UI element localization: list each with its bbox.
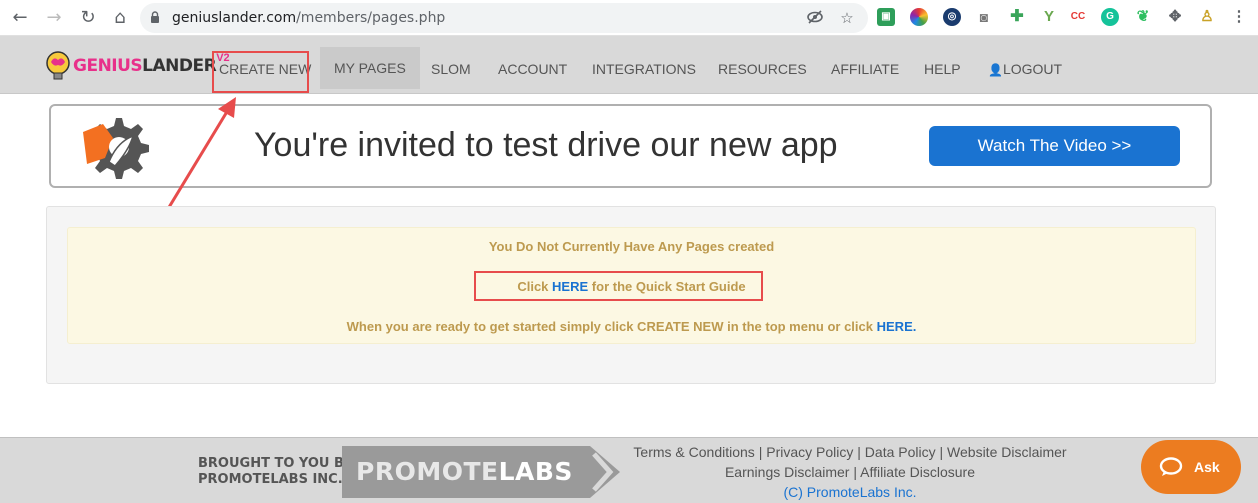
promotelabs-logo-text: PROMOTELABS [356,457,573,486]
copyright-link[interactable]: (C) PromoteLabs Inc. [783,484,916,500]
brought-by-text: BROUGHT TO YOU BY PROMOTELABS INC. [198,456,353,488]
footer-links: Terms & Conditions | Privacy Policy | Da… [620,442,1080,502]
footer-separator: | [758,444,763,460]
data-policy-link[interactable]: Data Policy [865,444,936,460]
affiliate-disclosure-link[interactable]: Affiliate Disclosure [860,464,975,480]
get-started-text: When you are ready to get started simply… [346,319,873,334]
ask-chat-button[interactable]: Ask [1141,440,1241,494]
promotelabs-logo-part2: LABS [498,457,573,486]
promotelabs-logo[interactable]: PROMOTELABS [342,446,620,498]
promotelabs-logo-part1: PROMOTE [356,457,499,486]
terms-link[interactable]: Terms & Conditions [633,444,754,460]
annotation-box-quick-start [474,271,763,301]
brought-by-line1: BROUGHT TO YOU BY [198,456,353,471]
website-disclaimer-link[interactable]: Website Disclaimer [947,444,1067,460]
chat-bubble-icon [1159,457,1183,476]
get-started-link[interactable]: HERE. [877,319,917,334]
footer-separator: | [853,464,857,480]
footer-separator: | [857,444,861,460]
footer-separator: | [939,444,944,460]
brought-by-line2: PROMOTELABS INC. [198,472,343,487]
get-started-line: When you are ready to get started simply… [68,319,1195,334]
earnings-disclaimer-link[interactable]: Earnings Disclaimer [725,464,849,480]
site-footer: BROUGHT TO YOU BY PROMOTELABS INC. PROMO… [0,437,1258,503]
no-pages-message: You Do Not Currently Have Any Pages crea… [488,239,775,254]
privacy-link[interactable]: Privacy Policy [766,444,853,460]
ask-label: Ask [1194,459,1220,475]
